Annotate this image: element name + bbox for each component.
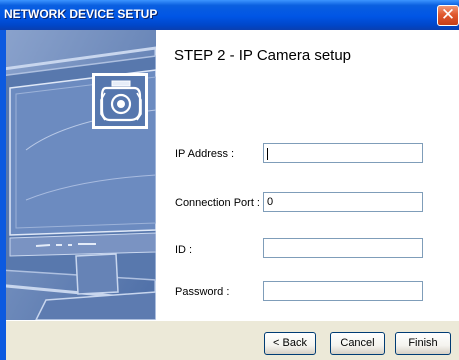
setup-panel: STEP 2 - IP Camera setup IP Address : Co…: [156, 30, 459, 320]
button-bar: < Back Cancel Finish: [6, 320, 459, 360]
camera-icon: [92, 73, 148, 129]
sidebar-graphic: [6, 30, 156, 320]
password-input[interactable]: [263, 281, 423, 301]
finish-button[interactable]: Finish: [395, 332, 451, 355]
id-input[interactable]: [263, 238, 423, 258]
monitor-graphic: [6, 30, 156, 320]
connection-port-input[interactable]: 0: [263, 192, 423, 212]
title-bar[interactable]: NETWORK DEVICE SETUP ✕: [0, 0, 459, 30]
ip-address-label: IP Address :: [175, 148, 235, 160]
text-caret: [267, 148, 268, 160]
connection-port-label: Connection Port :: [175, 197, 260, 209]
cancel-button[interactable]: Cancel: [330, 332, 385, 355]
window-title: NETWORK DEVICE SETUP: [4, 7, 158, 21]
ip-address-input[interactable]: [263, 143, 423, 163]
id-label: ID :: [175, 244, 193, 256]
step-title: STEP 2 - IP Camera setup: [174, 47, 352, 64]
password-label: Password :: [175, 286, 230, 298]
connection-port-value: 0: [267, 196, 274, 208]
close-button[interactable]: ✕: [437, 5, 459, 26]
back-button[interactable]: < Back: [264, 332, 316, 355]
close-icon: ✕: [440, 5, 456, 25]
